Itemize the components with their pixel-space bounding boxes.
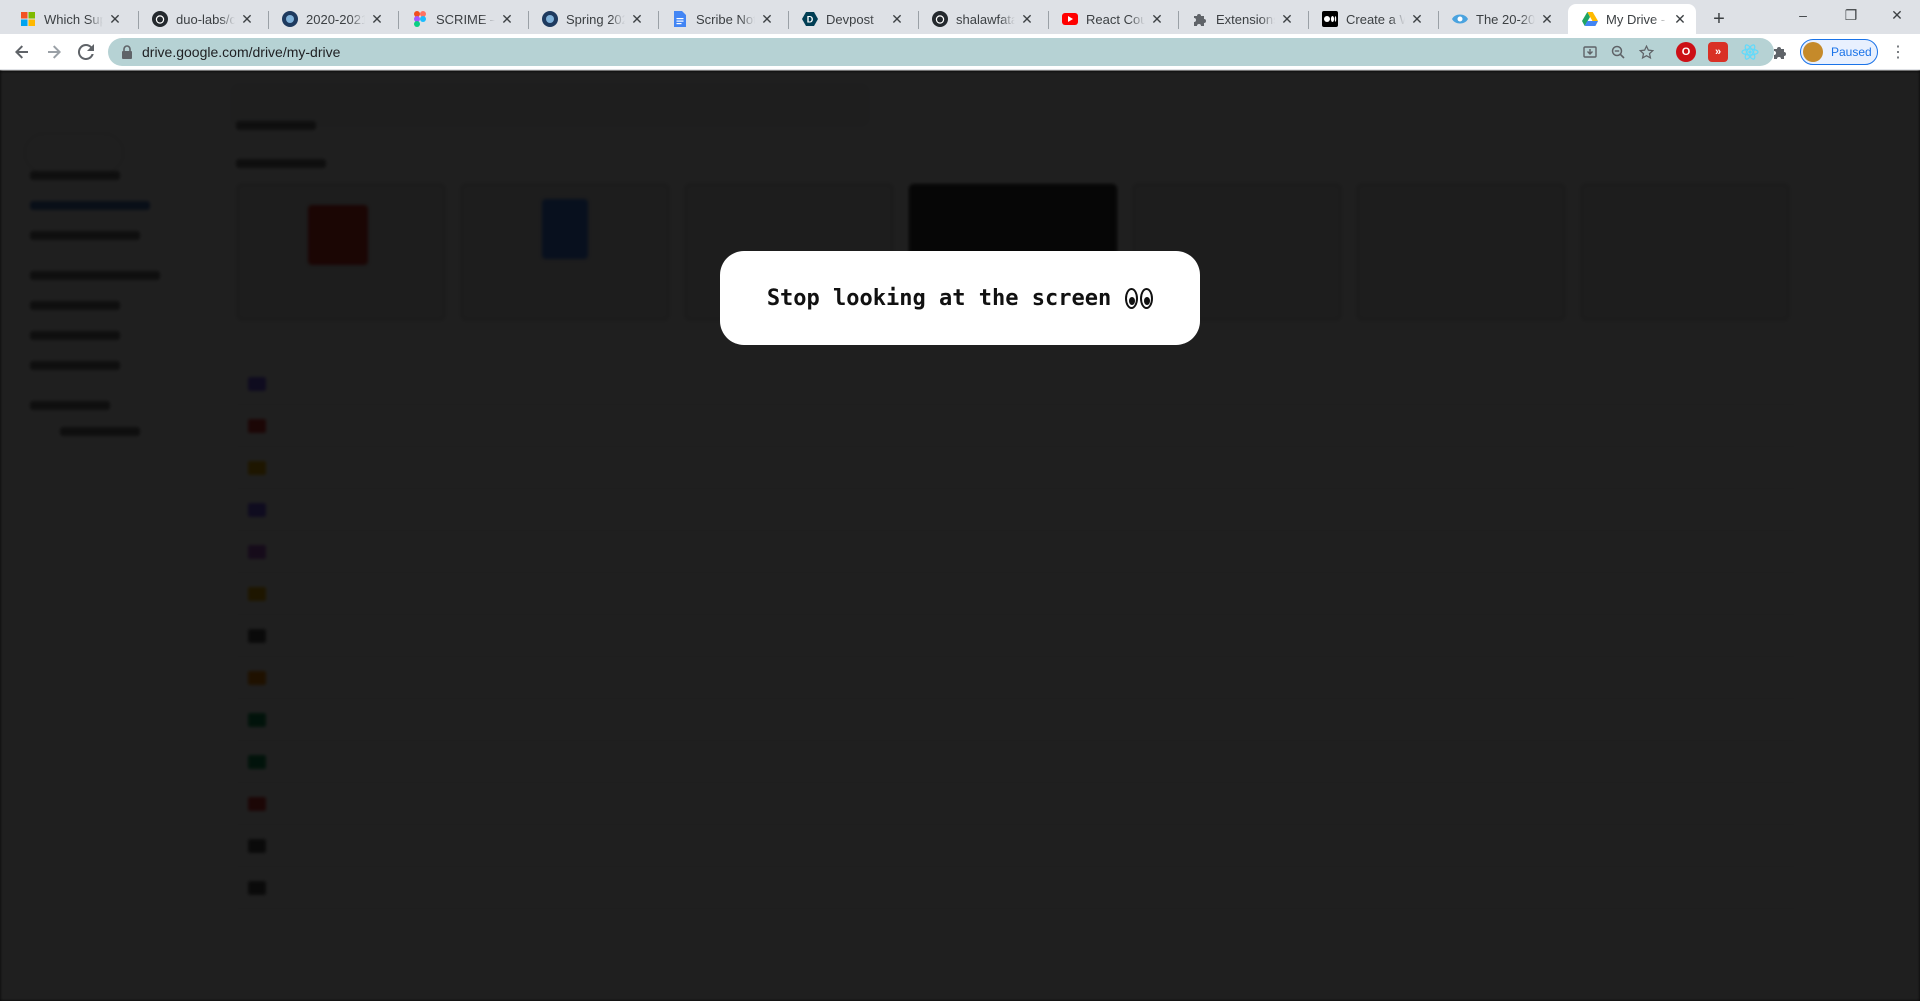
profile-status: Paused bbox=[1831, 45, 1872, 59]
github-icon bbox=[932, 11, 948, 27]
bookmark-star-icon[interactable] bbox=[1636, 42, 1656, 62]
tab-title: Create a We bbox=[1346, 11, 1405, 27]
tab-my-drive[interactable]: My Drive - G ✕ bbox=[1568, 4, 1696, 34]
new-tab-button[interactable]: + bbox=[1706, 6, 1732, 32]
tab-close-icon[interactable]: ✕ bbox=[629, 11, 645, 27]
tab-title: The 20-20-2 bbox=[1476, 11, 1535, 27]
tab-2020-2021[interactable]: 2020-2021 C ✕ bbox=[268, 4, 393, 34]
profile-button[interactable]: Paused bbox=[1800, 39, 1878, 65]
minimize-button[interactable]: – bbox=[1780, 0, 1826, 30]
tab-extensions[interactable]: Extensions ✕ bbox=[1178, 4, 1303, 34]
tab-devpost[interactable]: D Devpost ✕ bbox=[788, 4, 913, 34]
youtube-icon bbox=[1062, 11, 1078, 27]
tab-duo-labs[interactable]: duo-labs/ch ✕ bbox=[138, 4, 263, 34]
tab-close-icon[interactable]: ✕ bbox=[1409, 11, 1425, 27]
svg-text:D: D bbox=[807, 15, 814, 25]
browser-toolbar: drive.google.com/drive/my-drive bbox=[0, 34, 1920, 70]
tab-title: Scribe Note bbox=[696, 11, 755, 27]
tab-title: shalawfatah bbox=[956, 11, 1015, 27]
tab-title: Spring 2021 bbox=[566, 11, 625, 27]
tab-scribe-notes[interactable]: Scribe Note ✕ bbox=[658, 4, 783, 34]
opera-extension-icon[interactable]: O bbox=[1676, 42, 1696, 62]
course-icon bbox=[542, 11, 558, 27]
tab-strip: Which Supe ✕ duo-labs/ch ✕ 2020-2021 C ✕… bbox=[0, 0, 1920, 34]
puzzle-icon bbox=[1192, 11, 1208, 27]
reminder-message: Stop looking at the screen bbox=[766, 285, 1112, 311]
more-menu-icon[interactable]: ⋮ bbox=[1890, 42, 1906, 62]
tab-close-icon[interactable]: ✕ bbox=[1539, 11, 1555, 27]
tab-close-icon[interactable]: ✕ bbox=[889, 11, 905, 27]
tab-close-icon[interactable]: ✕ bbox=[239, 11, 255, 27]
react-devtools-icon[interactable] bbox=[1740, 42, 1760, 62]
break-reminder-modal: Stop looking at the screen bbox=[720, 251, 1200, 345]
tab-close-icon[interactable]: ✕ bbox=[499, 11, 515, 27]
tab-create-a-web[interactable]: Create a We ✕ bbox=[1308, 4, 1433, 34]
tab-close-icon[interactable]: ✕ bbox=[759, 11, 775, 27]
tab-title: Devpost bbox=[826, 11, 874, 27]
arrow-right-icon bbox=[48, 45, 61, 59]
microsoft-icon bbox=[20, 11, 36, 27]
tab-react-count[interactable]: React Count ✕ bbox=[1048, 4, 1173, 34]
tab-title: React Count bbox=[1086, 11, 1145, 27]
tab-title: Which Supe bbox=[44, 11, 103, 27]
tab-scrime-figma[interactable]: SCRIME – Fi ✕ bbox=[398, 4, 523, 34]
medium-icon bbox=[1322, 11, 1338, 27]
tab-close-icon[interactable]: ✕ bbox=[369, 11, 385, 27]
tab-which-super[interactable]: Which Supe ✕ bbox=[6, 4, 131, 34]
eyes-icon bbox=[1125, 287, 1154, 309]
url-text[interactable]: drive.google.com/drive/my-drive bbox=[142, 44, 340, 60]
drive-icon bbox=[1582, 11, 1598, 27]
arrow-left-icon bbox=[15, 45, 28, 59]
address-bar[interactable]: drive.google.com/drive/my-drive bbox=[108, 38, 1774, 66]
figma-icon bbox=[412, 11, 428, 27]
tab-title: 2020-2021 C bbox=[306, 11, 365, 27]
restore-button[interactable]: ❐ bbox=[1828, 0, 1874, 30]
reload-button[interactable] bbox=[74, 40, 98, 64]
tab-title: Extensions bbox=[1216, 11, 1275, 27]
eye-icon bbox=[1452, 11, 1468, 27]
zoom-icon[interactable] bbox=[1608, 42, 1628, 62]
tab-close-icon[interactable]: ✕ bbox=[107, 11, 123, 27]
back-button[interactable] bbox=[10, 40, 34, 64]
tab-close-icon[interactable]: ✕ bbox=[1149, 11, 1165, 27]
video-extension-icon[interactable]: » bbox=[1708, 42, 1728, 62]
lock-icon bbox=[122, 45, 132, 59]
tab-close-icon[interactable]: ✕ bbox=[1672, 11, 1688, 27]
tab-title: SCRIME – Fi bbox=[436, 11, 495, 27]
install-app-icon[interactable] bbox=[1580, 42, 1600, 62]
tab-close-icon[interactable]: ✕ bbox=[1019, 11, 1035, 27]
tab-close-icon[interactable]: ✕ bbox=[1279, 11, 1295, 27]
close-window-button[interactable]: ✕ bbox=[1874, 0, 1920, 30]
forward-button[interactable] bbox=[42, 40, 66, 64]
reload-icon bbox=[78, 44, 94, 60]
avatar bbox=[1803, 42, 1823, 62]
devpost-icon: D bbox=[802, 11, 818, 27]
tab-shalawfatah[interactable]: shalawfatah ✕ bbox=[918, 4, 1043, 34]
extensions-puzzle-icon[interactable] bbox=[1770, 42, 1790, 62]
docs-icon bbox=[672, 11, 688, 27]
tab-20-20-20[interactable]: The 20-20-2 ✕ bbox=[1438, 4, 1563, 34]
dim-overlay[interactable] bbox=[0, 71, 1920, 1001]
course-icon bbox=[282, 11, 298, 27]
tab-title: My Drive - G bbox=[1606, 11, 1668, 27]
tab-title: duo-labs/ch bbox=[176, 11, 235, 27]
tab-spring-2021[interactable]: Spring 2021 ✕ bbox=[528, 4, 653, 34]
github-icon bbox=[152, 11, 168, 27]
